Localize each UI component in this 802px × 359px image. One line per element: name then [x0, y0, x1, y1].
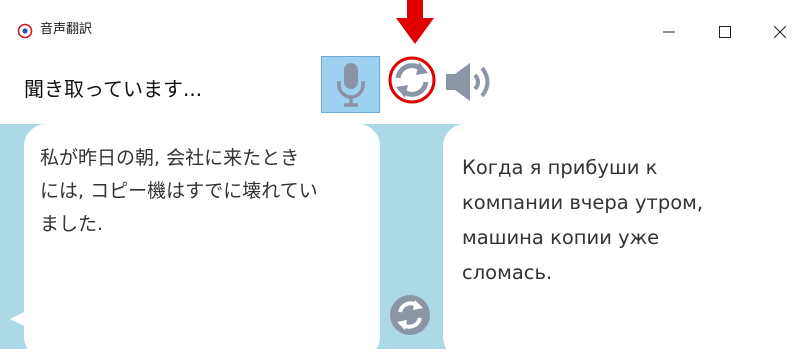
minimize-icon [663, 31, 675, 33]
annotation-arrow-icon [396, 0, 434, 44]
minimize-button[interactable] [646, 11, 692, 53]
listening-status: 聞き取っています... [24, 77, 203, 101]
refresh-icon [388, 56, 436, 104]
translated-text: Когда я прибуши к компании вчера утром, … [462, 156, 704, 284]
microphone-button[interactable] [321, 56, 380, 113]
app-logo-icon [17, 23, 33, 39]
maximize-icon [719, 26, 731, 38]
close-button[interactable] [757, 11, 802, 53]
speech-bubble-tail [10, 312, 24, 326]
speaker-icon [446, 63, 490, 101]
microphone-icon [337, 63, 365, 107]
translated-text-panel: Когда я прибуши к компании вчера утром, … [443, 124, 802, 359]
window-title: 音声翻訳 [40, 22, 93, 37]
swap-languages-button[interactable] [389, 294, 431, 336]
speaker-button[interactable] [444, 58, 498, 106]
swap-direction-button[interactable] [386, 54, 438, 106]
source-text-panel: 私が昨日の朝, 会社に来たとき には, コピー機はすでに壊れてい ました. [24, 124, 380, 359]
close-icon [774, 26, 786, 38]
swap-languages-icon [390, 295, 430, 335]
maximize-button[interactable] [702, 11, 748, 53]
source-text: 私が昨日の朝, 会社に来たとき には, コピー機はすでに壊れてい ました. [40, 147, 318, 235]
